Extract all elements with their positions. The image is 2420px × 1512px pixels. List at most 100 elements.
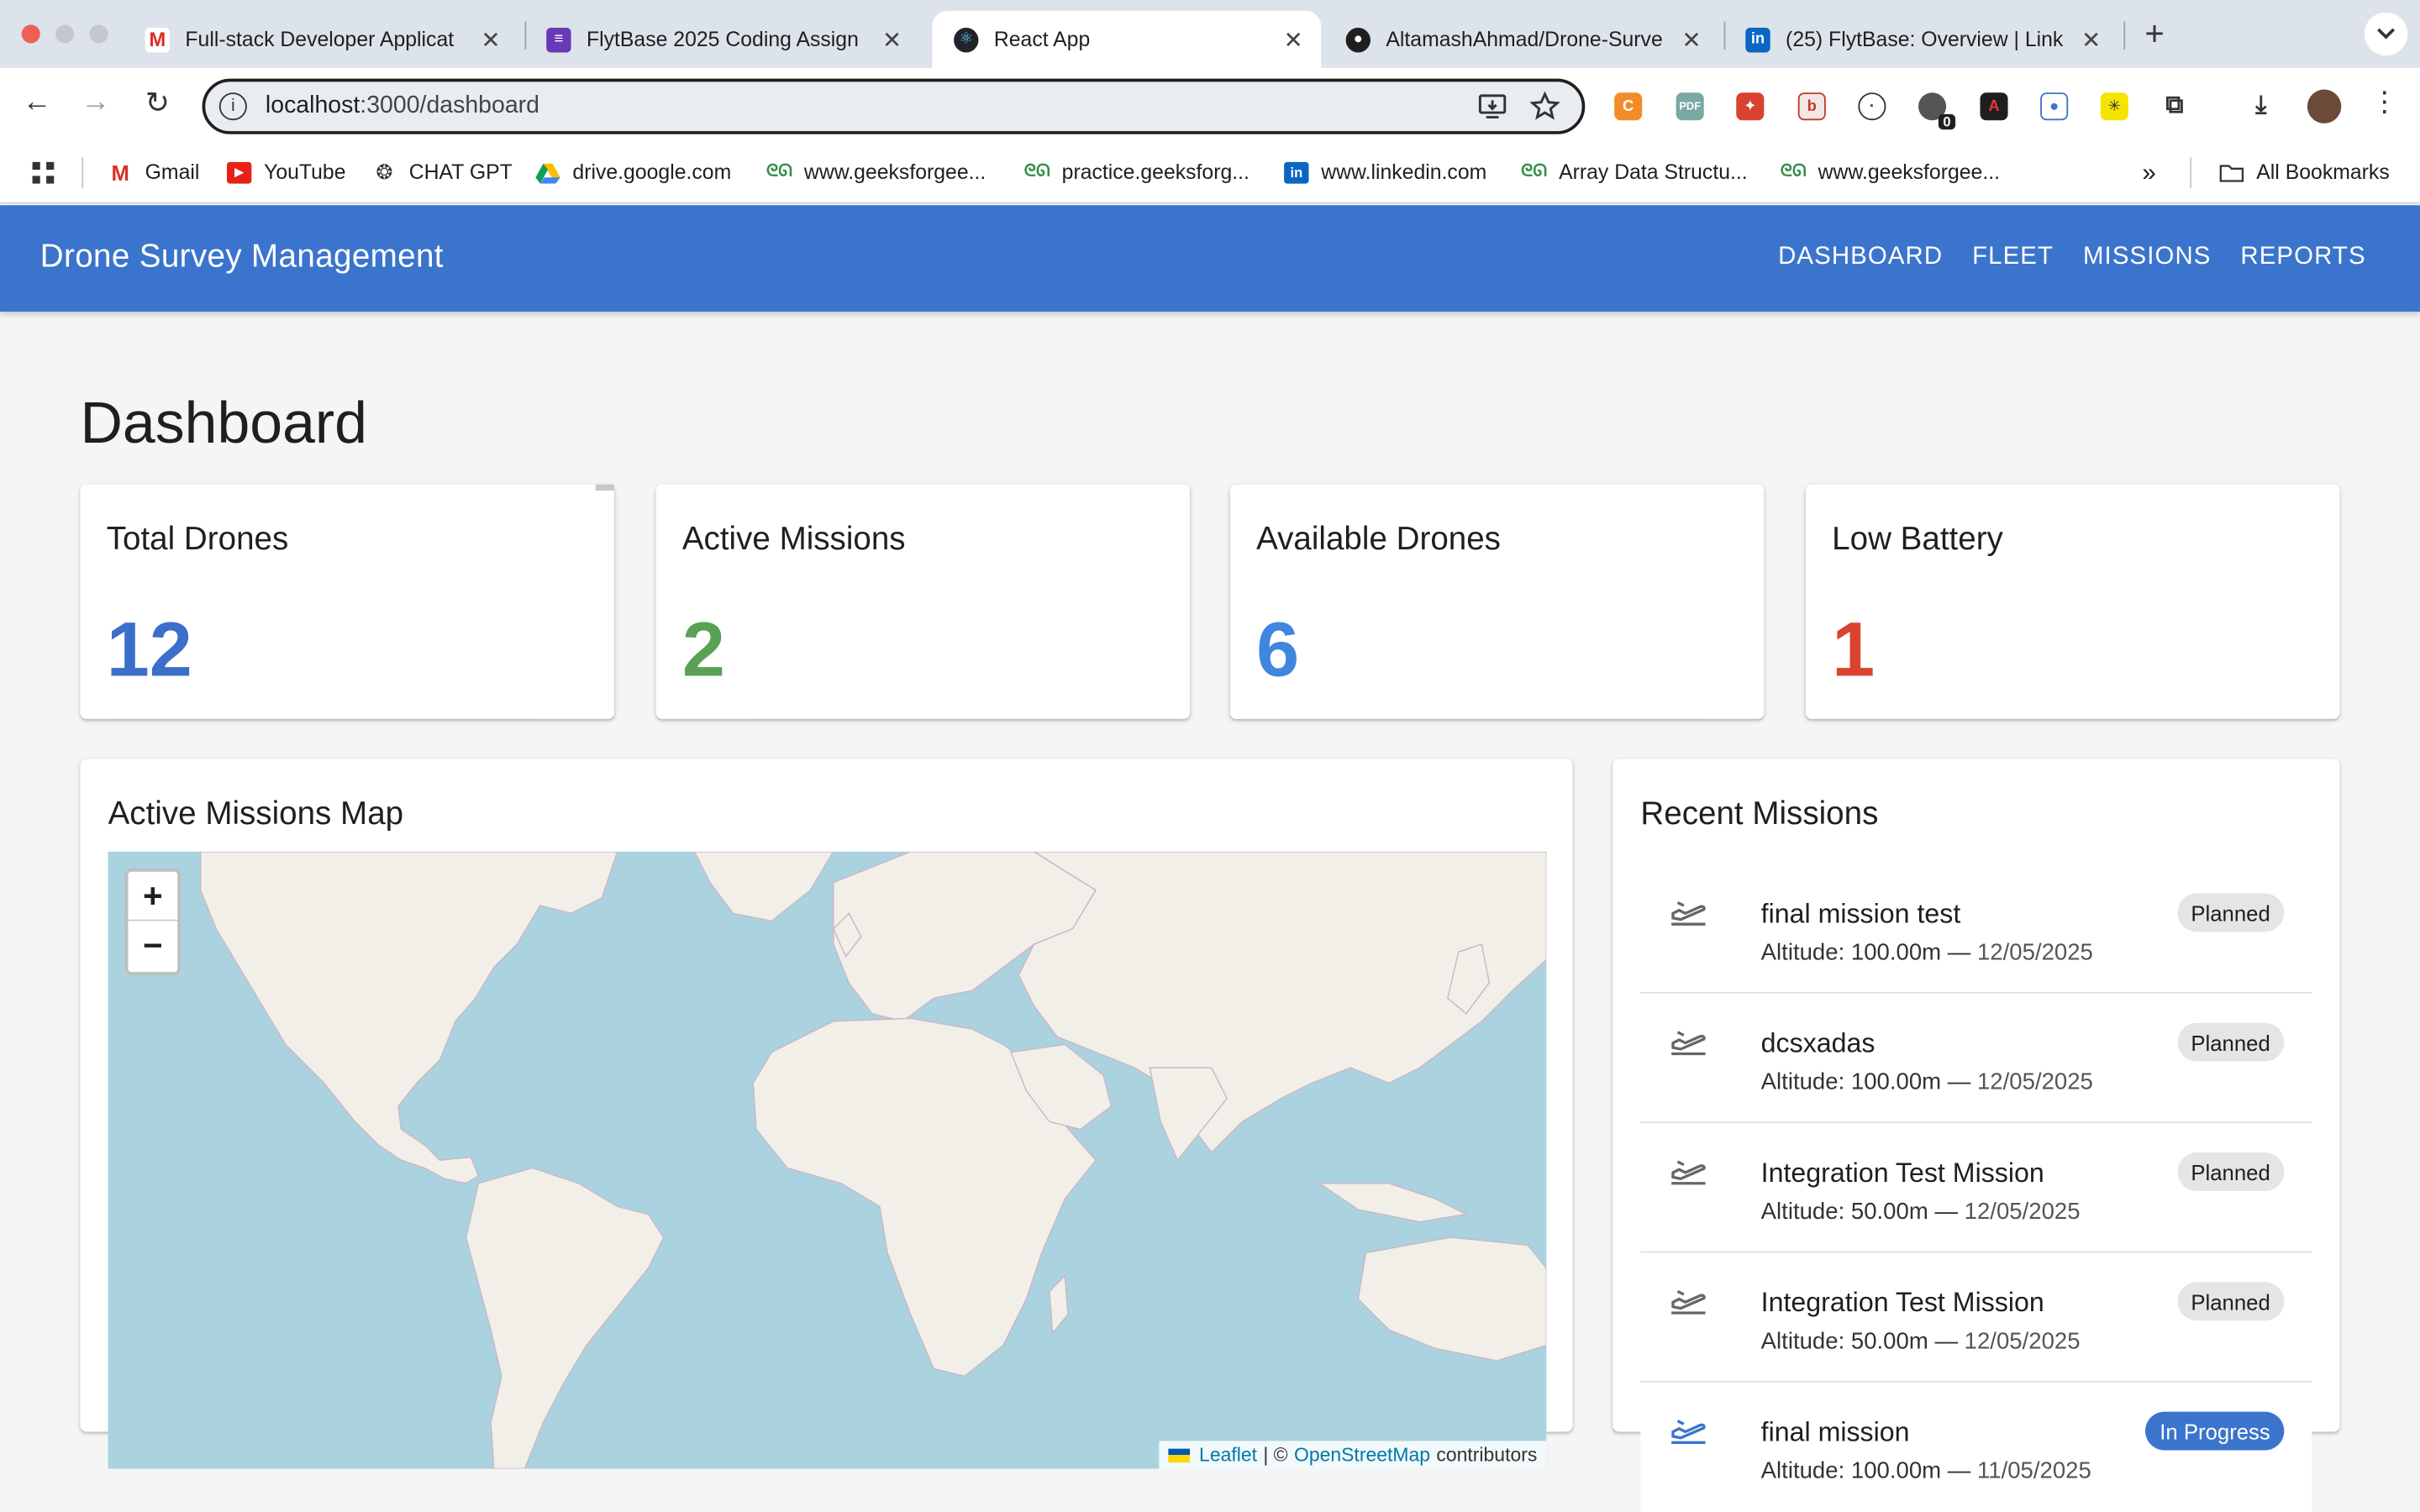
- tab-title: FlytBase 2025 Coding Assign: [586, 28, 859, 51]
- mission-date: 11/05/2025: [1976, 1457, 2091, 1484]
- app-brand: Drone Survey Management: [39, 239, 444, 275]
- landmass-indonesia: [1317, 1183, 1469, 1223]
- tab-divider: [2123, 21, 2126, 50]
- close-tab-icon[interactable]: ✕: [1281, 25, 1305, 53]
- nav-fleet[interactable]: FLEET: [1972, 244, 2054, 271]
- extension-icon[interactable]: 0: [1918, 92, 1956, 130]
- leaflet-link[interactable]: Leaflet: [1199, 1444, 1257, 1466]
- list-item[interactable]: dcsxadas Altitude: 100.00m — 12/05/2025 …: [1640, 993, 2312, 1124]
- stat-label: Active Missions: [681, 521, 906, 558]
- bookmark-gmail[interactable]: M Gmail: [108, 160, 200, 184]
- nav-reports[interactable]: REPORTS: [2240, 244, 2365, 271]
- address-bar[interactable]: i localhost:3000/dashboard: [202, 78, 1586, 134]
- browser-tab[interactable]: ● AltamashAhmad/Drone-Surve ✕: [1324, 11, 1719, 68]
- extension-icon[interactable]: ✦: [1736, 92, 1765, 121]
- close-tab-icon[interactable]: ✕: [478, 25, 502, 53]
- status-badge: In Progress: [2145, 1411, 2285, 1451]
- react-icon: ⚛: [954, 27, 979, 52]
- recent-missions-list: final mission test Altitude: 100.00m — 1…: [1640, 864, 2312, 1512]
- bookmark-label: www.linkedin.com: [1321, 160, 1487, 184]
- browser-tab[interactable]: in (25) FlytBase: Overview | Link ✕: [1724, 11, 2119, 68]
- browser-toolbar: ← → ↻ i localhost:3000/dashboard C PDF ✦…: [0, 67, 2420, 145]
- extension-icon[interactable]: ·: [1858, 92, 1886, 121]
- map-zoom-control: + −: [124, 869, 181, 975]
- bookmark-gfg[interactable]: ᘓᘏ www.geeksforgee...: [766, 160, 986, 184]
- bookmark-linkedin[interactable]: in www.linkedin.com: [1284, 160, 1486, 184]
- openstreetmap-link[interactable]: OpenStreetMap: [1294, 1444, 1430, 1466]
- tab-search-button[interactable]: [2364, 12, 2408, 56]
- site-info-icon[interactable]: i: [218, 92, 247, 121]
- all-bookmarks-label: All Bookmarks: [2256, 160, 2390, 184]
- mission-detail: Altitude: 100.00m — 12/05/2025: [1761, 1069, 2093, 1095]
- browser-tab-active[interactable]: ⚛ React App ✕: [932, 10, 1322, 68]
- downloads-icon[interactable]: ⤓: [2247, 92, 2275, 121]
- bookmark-drive[interactable]: drive.google.com: [535, 160, 731, 184]
- list-item[interactable]: Integration Test Mission Altitude: 50.00…: [1640, 1123, 2312, 1253]
- all-bookmarks-button[interactable]: All Bookmarks: [2219, 160, 2390, 184]
- browser-tab[interactable]: M Full-stack Developer Applicat ✕: [124, 11, 518, 68]
- map-card-title: Active Missions Map: [108, 795, 404, 832]
- mission-detail: Altitude: 100.00m — 12/05/2025: [1761, 940, 2093, 966]
- linkedin-icon: in: [1284, 160, 1309, 183]
- apps-grid-icon[interactable]: [31, 160, 55, 185]
- world-map[interactable]: + − Leaflet | © OpenStreetMap contributo…: [108, 851, 1547, 1469]
- browser-tab[interactable]: ≡ FlytBase 2025 Coding Assign ✕: [524, 11, 919, 68]
- close-tab-icon[interactable]: ✕: [880, 25, 904, 53]
- stat-card-active-missions: Active Missions 2: [655, 484, 1191, 719]
- close-window-button[interactable]: [21, 24, 40, 44]
- browser-menu-icon[interactable]: ⋮: [2370, 87, 2398, 119]
- zoom-out-button[interactable]: −: [128, 921, 177, 971]
- maximize-window-button[interactable]: [89, 24, 108, 44]
- close-tab-icon[interactable]: ✕: [1679, 25, 1703, 53]
- bookmark-youtube[interactable]: ▶ YouTube: [226, 160, 346, 184]
- nav-dashboard[interactable]: DASHBOARD: [1778, 244, 1943, 271]
- url-text: localhost:3000/dashboard: [266, 92, 539, 120]
- pdf-extension-icon[interactable]: PDF: [1676, 92, 1704, 121]
- gfg-icon: ᘓᘏ: [1780, 161, 1807, 181]
- screen-recorder-icon[interactable]: ●: [2040, 92, 2069, 121]
- tab-title: Full-stack Developer Applicat: [185, 28, 455, 51]
- bookmark-label: www.geeksforgee...: [803, 160, 986, 184]
- zoom-in-button[interactable]: +: [128, 872, 178, 921]
- adobe-extension-icon[interactable]: A: [1980, 92, 2008, 121]
- bookmark-label: practice.geeksforg...: [1061, 160, 1249, 184]
- mission-detail: Altitude: 50.00m — 12/05/2025: [1761, 1199, 2081, 1225]
- bookmark-gfg-2[interactable]: ᘓᘏ www.geeksforgee...: [1781, 160, 2000, 184]
- card-corner-decoration: [595, 484, 615, 491]
- page-title: Dashboard: [80, 391, 367, 457]
- flight-takeoff-icon: [1671, 1420, 1706, 1444]
- bookmark-gfg-practice[interactable]: ᘓᘏ practice.geeksforg...: [1024, 160, 1249, 184]
- back-button[interactable]: ←: [18, 87, 55, 120]
- forward-button[interactable]: →: [77, 87, 114, 120]
- drive-icon: [535, 162, 560, 183]
- list-item[interactable]: final mission Altitude: 100.00m — 11/05/…: [1640, 1382, 2312, 1512]
- bookmark-chatgpt[interactable]: ❂ CHAT GPT: [372, 160, 512, 183]
- flight-takeoff-icon: [1671, 900, 1706, 926]
- flight-takeoff-icon: [1671, 1160, 1706, 1185]
- extension-c-icon[interactable]: C: [1614, 92, 1643, 121]
- mission-date: 12/05/2025: [1976, 939, 2093, 966]
- landmass-north-america: [200, 851, 618, 1184]
- minimize-window-button[interactable]: [55, 24, 75, 44]
- mission-altitude: Altitude: 100.00m: [1760, 1457, 1942, 1484]
- bookmark-divider: [2190, 157, 2192, 189]
- extensions-puzzle-icon[interactable]: ⧉: [2160, 92, 2189, 121]
- install-app-icon[interactable]: [1477, 91, 1508, 122]
- stat-label: Available Drones: [1256, 521, 1501, 558]
- profile-avatar[interactable]: [2307, 89, 2342, 123]
- list-item[interactable]: Integration Test Mission Altitude: 50.00…: [1640, 1252, 2312, 1383]
- bookmark-label: drive.google.com: [572, 160, 732, 184]
- nav-missions[interactable]: MISSIONS: [2083, 244, 2212, 271]
- bookmarks-overflow-button[interactable]: »: [2142, 160, 2155, 188]
- mission-altitude: Altitude: 100.00m: [1760, 1068, 1942, 1096]
- extension-icon[interactable]: b: [1797, 92, 1826, 121]
- reload-button[interactable]: ↻: [139, 87, 176, 122]
- close-tab-icon[interactable]: ✕: [2079, 25, 2103, 53]
- new-tab-button[interactable]: +: [2136, 14, 2173, 55]
- bookmark-star-icon[interactable]: [1529, 91, 1560, 122]
- bookmark-array-ds[interactable]: ᘓᘏ Array Data Structu...: [1521, 160, 1748, 184]
- list-item[interactable]: final mission test Altitude: 100.00m — 1…: [1640, 864, 2312, 994]
- extension-icon[interactable]: ✳: [2100, 92, 2128, 121]
- stat-value: 12: [106, 606, 192, 693]
- bookmark-label: YouTube: [264, 160, 346, 184]
